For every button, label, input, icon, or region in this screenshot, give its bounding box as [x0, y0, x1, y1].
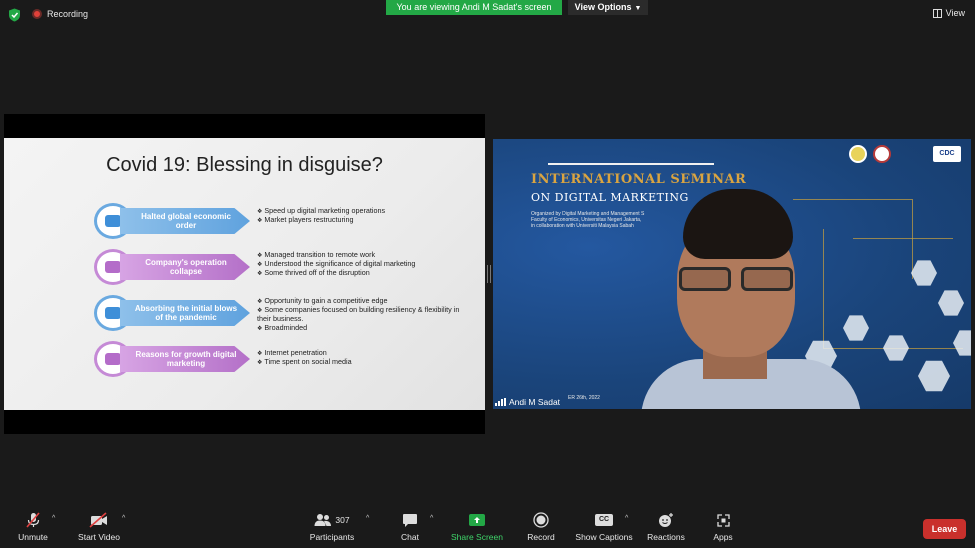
- record-button[interactable]: Record: [524, 512, 558, 546]
- zoom-meeting-window: Recording You are viewing Andi M Sadat's…: [0, 0, 975, 548]
- bullet-item: Market players restructuring: [257, 216, 462, 225]
- hair: [683, 189, 793, 259]
- seminar-underline: [548, 163, 714, 165]
- apps-icon: [716, 513, 730, 527]
- microphone-muted-icon: [26, 512, 40, 528]
- slide-row-bullets: Speed up digital marketing operations Ma…: [257, 206, 462, 225]
- record-icon: [533, 512, 549, 528]
- bullet-item: Some thrived off of the disruption: [257, 269, 462, 278]
- circuit-line-decor: [853, 179, 953, 239]
- record-label: Record: [527, 532, 555, 542]
- presentation-slide: Covid 19: Blessing in disguise? Halted g…: [4, 138, 485, 410]
- slide-row-banner: Reasons for growth digital marketing: [120, 346, 250, 372]
- chat-caret-icon[interactable]: ^: [430, 515, 433, 522]
- glasses: [675, 267, 797, 293]
- bullet-item: Broadminded: [257, 323, 472, 333]
- slide-title: Covid 19: Blessing in disguise?: [106, 154, 383, 176]
- video-options-caret-icon[interactable]: ^: [122, 515, 125, 522]
- video-camera-off-icon: [89, 512, 107, 528]
- slide-row: Absorbing the initial blows of the pande…: [94, 295, 474, 331]
- slide-row-banner: Absorbing the initial blows of the pande…: [120, 300, 250, 326]
- participant-video-tile[interactable]: INTERNATIONAL SEMINAR ON DIGITAL MARKETI…: [493, 139, 971, 409]
- sponsor-logos: CDC: [849, 145, 961, 163]
- view-label: View: [945, 8, 965, 18]
- slide-row: Reasons for growth digital marketing Int…: [94, 341, 474, 377]
- split-view-drag-handle[interactable]: [487, 265, 491, 283]
- seminar-title-1: INTERNATIONAL SEMINAR: [531, 172, 747, 187]
- chat-button[interactable]: Chat: [396, 512, 424, 546]
- slide-row-bullets: Managed transition to remote work Unders…: [257, 250, 462, 279]
- slide-row: Halted global economic order Speed up di…: [94, 203, 474, 239]
- chat-label: Chat: [401, 532, 419, 542]
- leave-button[interactable]: Leave: [923, 519, 966, 539]
- slide-row-banner: Halted global economic order: [120, 208, 250, 234]
- reactions-label: Reactions: [647, 532, 685, 542]
- share-screen-label: Share Screen: [451, 532, 503, 542]
- apps-label: Apps: [713, 532, 733, 542]
- unmute-label: Unmute: [18, 532, 48, 542]
- viewing-screen-banner: You are viewing Andi M Sadat's screen: [386, 0, 562, 15]
- participants-icon: [314, 514, 332, 526]
- start-video-label: Start Video: [78, 532, 120, 542]
- apps-button[interactable]: Apps: [710, 512, 736, 546]
- slide-row-bullets: Internet penetration Time spent on socia…: [257, 348, 462, 367]
- recording-label: Recording: [47, 9, 89, 19]
- share-screen-icon: [469, 514, 485, 526]
- bullet-item: Some companies focused on building resil…: [257, 306, 472, 324]
- start-video-button[interactable]: Start Video: [76, 512, 122, 546]
- participant-name-tag: Andi M Sadat: [495, 397, 560, 407]
- security-shield-icon[interactable]: [8, 8, 21, 22]
- shared-screen-panel: Covid 19: Blessing in disguise? Halted g…: [4, 114, 485, 434]
- show-captions-label: Show Captions: [575, 532, 633, 542]
- signal-strength-icon: [495, 398, 506, 406]
- chevron-down-icon: ▼: [634, 5, 642, 12]
- recording-dot-icon: [32, 9, 42, 19]
- slide-row: Company's operation collapse Managed tra…: [94, 249, 474, 285]
- unmute-button[interactable]: Unmute: [14, 512, 52, 546]
- participants-count: 307: [335, 515, 350, 525]
- cdc-logo: CDC: [933, 146, 961, 162]
- bullet-item: Time spent on social media: [257, 358, 462, 367]
- participants-label: Participants: [309, 532, 355, 542]
- closed-captions-icon: CC: [595, 514, 613, 526]
- captions-caret-icon[interactable]: ^: [625, 515, 628, 522]
- audio-options-caret-icon[interactable]: ^: [52, 515, 55, 522]
- share-screen-button[interactable]: Share Screen: [450, 512, 504, 546]
- university-seal-logo: [849, 145, 867, 163]
- recording-indicator[interactable]: Recording: [32, 9, 88, 19]
- participant-name: Andi M Sadat: [509, 397, 561, 407]
- view-options-label: View Options: [574, 2, 632, 12]
- smiley-add-icon: [659, 513, 673, 527]
- slide-row-bullets: Opportunity to gain a competitive edge S…: [257, 296, 472, 333]
- participants-caret-icon[interactable]: ^: [366, 515, 369, 522]
- participants-button[interactable]: 307 Participants: [308, 512, 356, 546]
- chat-bubble-icon: [403, 513, 417, 527]
- reactions-button[interactable]: Reactions: [645, 512, 687, 546]
- view-layout-icon: [932, 8, 942, 18]
- seminar-date: ER 26th, 2022: [568, 395, 600, 401]
- slide-row-banner: Company's operation collapse: [120, 254, 250, 280]
- participant-person: [641, 189, 861, 409]
- view-options-button[interactable]: View Options ▼: [568, 0, 648, 15]
- university-crest-logo: [873, 145, 891, 163]
- view-button[interactable]: View: [932, 8, 965, 18]
